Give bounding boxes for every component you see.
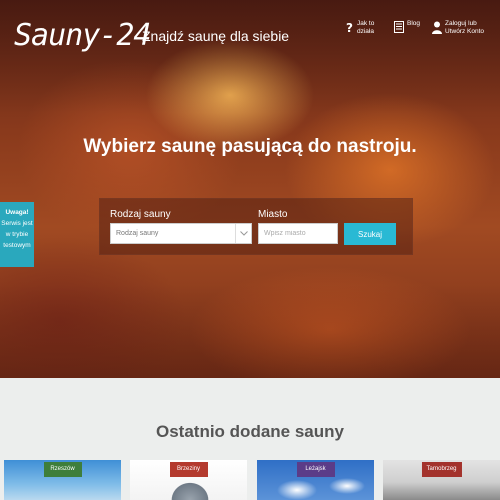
headline-bold: saunę <box>161 136 217 157</box>
nav-blog[interactable]: Blog <box>394 20 421 36</box>
top-navigation: ? Jak to działa Blog Zaloguj lub Utwórz … <box>344 20 500 36</box>
nav-login-label: Zaloguj lub Utwórz Konto <box>445 20 485 35</box>
nav-blog-label: Blog <box>407 20 421 27</box>
recent-saunas-title: Ostatnio dodane sauny <box>156 422 344 441</box>
search-panel: Rodzaj sauny Miasto Rodzaj sauny Szukaj <box>99 198 413 255</box>
hero-banner: Sauny-24 Znajdź saunę dla siebie ? Jak t… <box>0 0 500 378</box>
notice-body: Serwis jest w trybie testowym <box>1 220 33 249</box>
svg-text:?: ? <box>346 21 353 34</box>
city-label: Miasto <box>258 209 288 220</box>
headline-suffix: pasującą do nastroju. <box>216 136 417 157</box>
user-icon <box>432 20 442 34</box>
card-city-badge: Tarnobrzeg <box>421 462 462 477</box>
sauna-type-label: Rodzaj sauny <box>110 209 171 220</box>
card-city-badge: Leżajsk <box>296 462 335 477</box>
sauna-card[interactable]: Brzeziny <box>130 460 247 500</box>
chevron-down-icon[interactable] <box>235 224 251 243</box>
test-mode-notice[interactable]: Uwaga! Serwis jest w trybie testowym <box>0 202 34 267</box>
search-button[interactable]: Szukaj <box>344 223 396 245</box>
question-icon: ? <box>344 20 354 34</box>
city-input[interactable] <box>258 223 338 244</box>
sauna-type-select[interactable]: Rodzaj sauny <box>110 223 252 244</box>
sauna-card[interactable]: Leżajsk <box>257 460 374 500</box>
nav-how-it-works[interactable]: ? Jak to działa <box>344 20 380 36</box>
headline-prefix: Wybierz <box>83 136 162 157</box>
sauna-card[interactable]: Tarnobrzeg <box>383 460 500 500</box>
site-logo[interactable]: Sauny-24 <box>14 18 151 53</box>
blog-icon <box>394 20 404 34</box>
nav-login[interactable]: Zaloguj lub Utwórz Konto <box>432 20 500 36</box>
card-city-badge: Rzeszów <box>43 462 82 477</box>
sauna-card[interactable]: Rzeszów <box>4 460 121 500</box>
hero-headline: Wybierz saunę pasującą do nastroju. <box>0 136 500 158</box>
card-city-badge: Brzeziny <box>169 462 208 477</box>
hero-overlay <box>0 0 500 378</box>
notice-title: Uwaga! <box>5 209 29 216</box>
sauna-type-select-value: Rodzaj sauny <box>116 230 159 237</box>
recent-saunas-list: Rzeszów Brzeziny Leżajsk Tarnobrzeg <box>4 460 500 500</box>
site-tagline: Znajdź saunę dla siebie <box>142 28 290 44</box>
nav-how-it-works-label: Jak to działa <box>357 20 375 35</box>
